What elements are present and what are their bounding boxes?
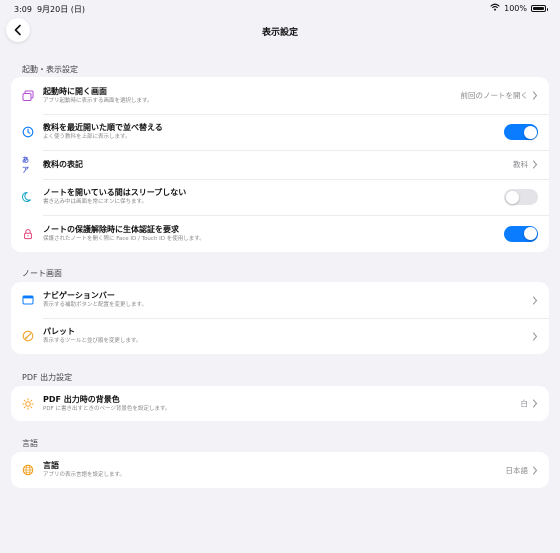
- subject-notation-row[interactable]: あア 教科の表記 教科: [11, 150, 549, 179]
- chevron-right-icon: [532, 160, 538, 169]
- page-title: 表示設定: [261, 28, 298, 38]
- palette-icon: [22, 330, 34, 342]
- status-date: 9月20日 (日): [36, 5, 86, 14]
- battery-icon: [531, 4, 548, 12]
- status-bar-right: 100%: [490, 3, 548, 13]
- section-header-language: 言語: [22, 439, 38, 448]
- status-time: 3:09: [14, 5, 32, 14]
- language-value: 日本語: [505, 465, 529, 475]
- pdf-output-card: PDF 出力時の背景色 PDF に書き出すときのページ背景色を設定します。 白: [11, 386, 549, 421]
- toggle-knob: [523, 125, 537, 139]
- globe-icon: [22, 464, 34, 476]
- chevron-right-icon: [532, 399, 538, 408]
- sort-subjects-text: 教科を最近開いた順で並べ替える よく使う教科を上部に表示します。: [43, 123, 504, 141]
- biometric-auth-text: ノートの保護解除時に生体認証を要求 保護されたノートを開く際に Face ID …: [43, 225, 504, 243]
- subject-notation-text: 教科の表記: [43, 160, 513, 170]
- chevron-right-icon: [532, 91, 538, 100]
- lock-icon: [22, 228, 34, 240]
- row-subtitle: よく使う教科を上部に表示します。: [43, 134, 131, 140]
- prevent-sleep-row: ノートを開いている間はスリープしない 書き込み中は画面を常にオンに保ちます。: [11, 179, 549, 215]
- startup-screen-text: 起動時に開く画面 アプリ起動時に表示する画面を選択します。: [43, 87, 461, 105]
- pdf-background-value: 白: [520, 399, 529, 408]
- toggle-knob: [505, 190, 519, 204]
- row-subtitle: アプリ起動時に表示する画面を選択します。: [43, 97, 153, 104]
- battery-percent: 100%: [504, 3, 527, 13]
- row-title: 教科の表記: [43, 159, 83, 169]
- row-title: 教科を最近開いた順で並べ替える: [43, 123, 163, 132]
- navigation-bar-icon: [22, 294, 34, 306]
- navigation-bar-text: ナビゲーションバー 表示する補助ボタンと配置を変更します。: [43, 291, 532, 309]
- row-title: ナビゲーションバー: [43, 291, 115, 300]
- row-subtitle: アプリの表示言語を設定します。: [43, 472, 125, 478]
- navigation-bar-row[interactable]: ナビゲーションバー 表示する補助ボタンと配置を変更します。: [11, 282, 549, 318]
- row-subtitle: 表示するツールと並び順を変更します。: [43, 338, 142, 344]
- startup-display-card: 起動時に開く画面 アプリ起動時に表示する画面を選択します。 前回のノートを開く …: [11, 77, 549, 252]
- sort-subjects-toggle[interactable]: [504, 124, 538, 140]
- note-screen-card: ナビゲーションバー 表示する補助ボタンと配置を変更します。 パレット 表示するツ…: [11, 282, 549, 354]
- startup-screen-row[interactable]: 起動時に開く画面 アプリ起動時に表示する画面を選択します。 前回のノートを開く: [11, 77, 549, 114]
- language-text: 言語 アプリの表示言語を設定します。: [43, 461, 506, 479]
- row-subtitle: 表示する補助ボタンと配置を変更します。: [43, 302, 147, 308]
- window-stack-icon: [22, 90, 34, 102]
- section-header-pdf: PDF 出力設定: [22, 373, 73, 382]
- biometric-auth-toggle[interactable]: [504, 225, 538, 242]
- wifi-icon: [490, 3, 500, 13]
- prevent-sleep-text: ノートを開いている間はスリープしない 書き込み中は画面を常にオンに保ちます。: [43, 188, 504, 206]
- language-card: 言語 アプリの表示言語を設定します。 日本語: [11, 452, 549, 488]
- sort-subjects-row: 教科を最近開いた順で並べ替える よく使う教科を上部に表示します。: [11, 114, 549, 150]
- row-title: パレット: [43, 327, 75, 336]
- row-subtitle: PDF に書き出すときのページ背景色を設定します。: [43, 405, 171, 412]
- moon-icon: [22, 191, 34, 203]
- row-title: ノートの保護解除時に生体認証を要求: [43, 224, 179, 234]
- palette-text: パレット 表示するツールと並び順を変更します。: [43, 327, 532, 345]
- prevent-sleep-toggle[interactable]: [504, 189, 538, 205]
- row-title: 言語: [43, 461, 59, 470]
- row-title: ノートを開いている間はスリープしない: [43, 188, 187, 197]
- toggle-knob: [523, 227, 537, 240]
- pdf-background-row[interactable]: PDF 出力時の背景色 PDF に書き出すときのページ背景色を設定します。 白: [11, 386, 549, 421]
- kana-icon: あア: [22, 155, 29, 174]
- section-header-note-screen: ノート画面: [22, 269, 62, 278]
- chevron-right-icon: [532, 465, 538, 475]
- row-subtitle: 書き込み中は画面を常にオンに保ちます。: [43, 199, 147, 205]
- chevron-right-icon: [532, 295, 538, 305]
- row-title: PDF 出力時の背景色: [43, 394, 120, 404]
- pdf-background-text: PDF 出力時の背景色 PDF に書き出すときのページ背景色を設定します。: [43, 395, 521, 413]
- section-header-startup: 起動・表示設定: [22, 65, 78, 74]
- language-row[interactable]: 言語 アプリの表示言語を設定します。 日本語: [11, 452, 549, 488]
- startup-screen-value: 前回のノートを開く: [460, 91, 529, 100]
- chevron-right-icon: [532, 331, 538, 341]
- subject-notation-value: 教科: [513, 160, 528, 169]
- sun-icon: [22, 397, 34, 410]
- status-bar: 3:09 9月20日 (日) 100%: [0, 0, 560, 16]
- status-bar-left: 3:09 9月20日 (日): [14, 4, 85, 15]
- clock-icon: [22, 126, 34, 138]
- biometric-auth-row: ノートの保護解除時に生体認証を要求 保護されたノートを開く際に Face ID …: [11, 215, 549, 252]
- row-title: 起動時に開く画面: [43, 86, 107, 96]
- navigation-bar: 表示設定: [0, 16, 560, 44]
- palette-row[interactable]: パレット 表示するツールと並び順を変更します。: [11, 318, 549, 354]
- row-subtitle: 保護されたノートを開く際に Face ID / Touch ID を使用します。: [43, 235, 205, 242]
